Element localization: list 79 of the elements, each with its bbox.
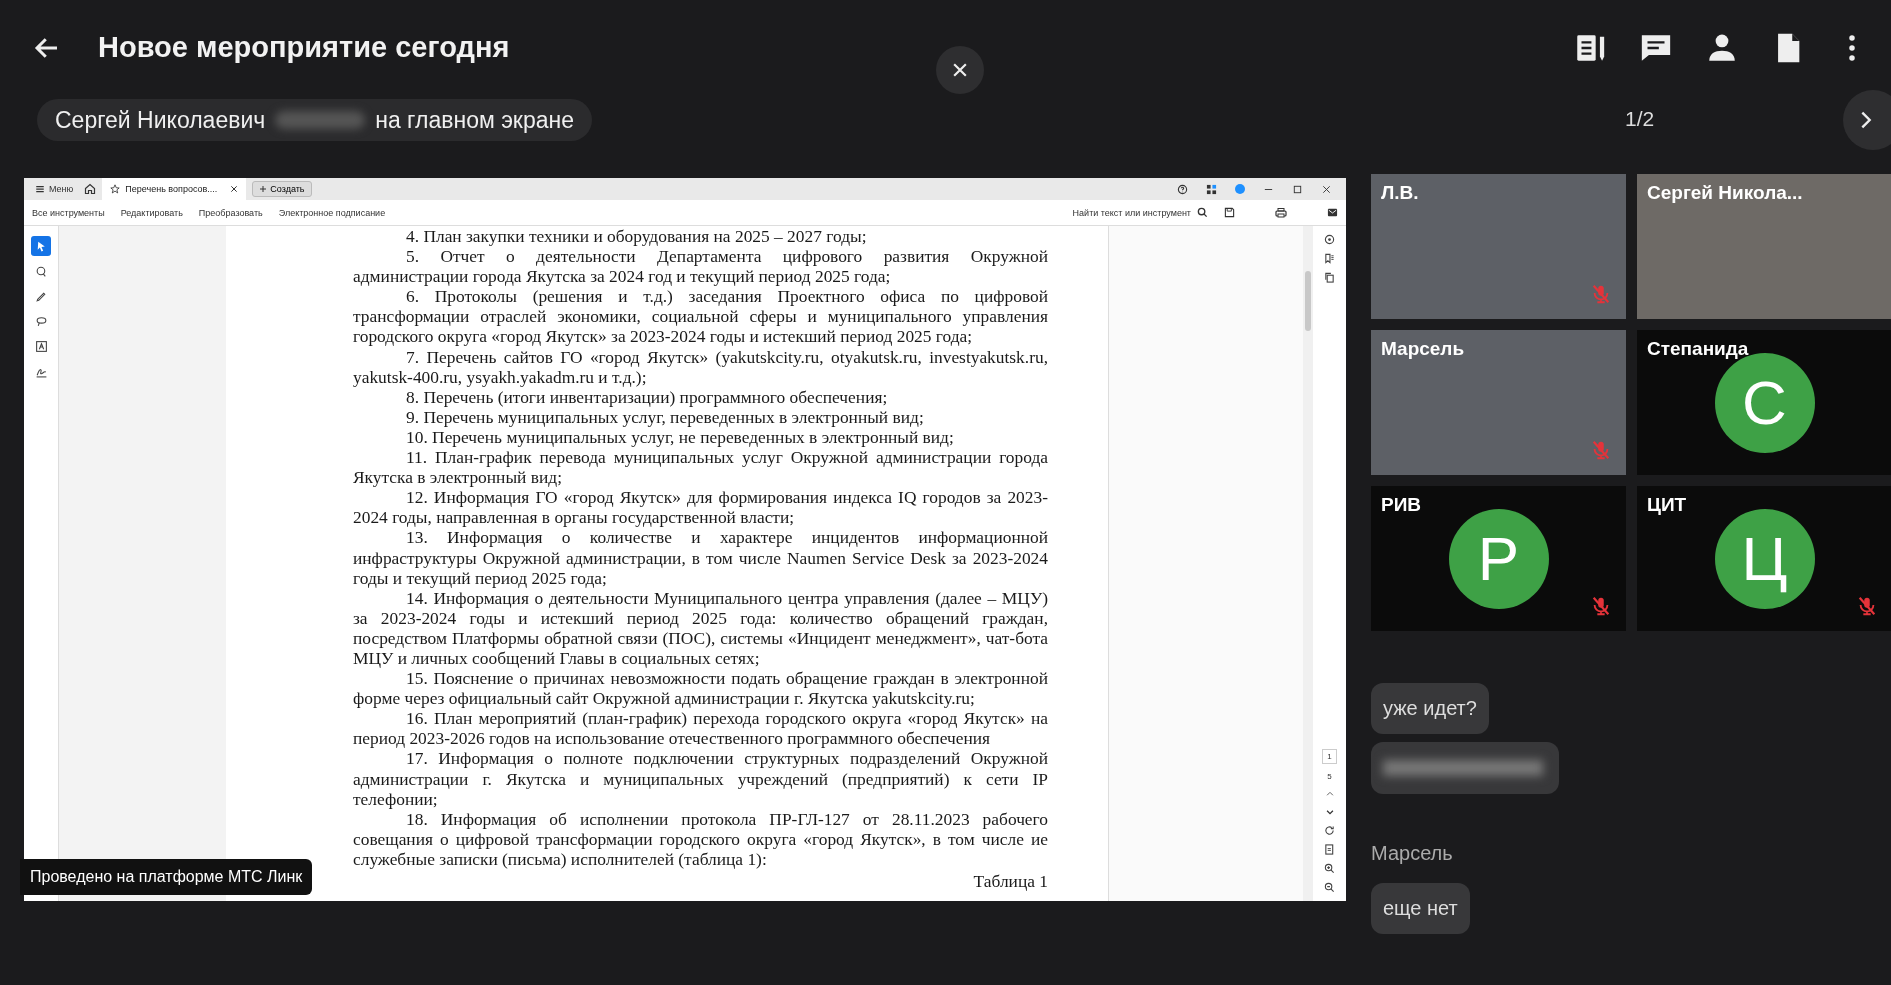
page-down-icon[interactable]	[1324, 807, 1335, 817]
menu-button[interactable]: Меню	[30, 182, 79, 196]
maximize-icon[interactable]	[1292, 183, 1303, 195]
next-page-button[interactable]	[1843, 90, 1891, 150]
text-tool-icon	[34, 339, 48, 353]
home-icon[interactable]	[84, 183, 97, 195]
zoom-out-icon[interactable]	[1324, 882, 1335, 893]
document-paragraph: 6. Протоколы (решения и т.д.) заседания Проектного офиса по цифровой трансформации отраслей экономики, социальной сферы и муниципального управления городского округа «город Якутск» за 2023-2024 годы и истекший период 2025 года;	[353, 286, 1048, 347]
plus-icon	[259, 185, 268, 193]
search-field[interactable]: Найти текст или инструмент	[1064, 206, 1208, 219]
document-paragraph: 17. Информация о полноте подключении структурных подразделений Окружной администрации г. Якутска и муниципальных учреждений (предприятий) к сети IP телефонии;	[353, 748, 1048, 809]
participant-name: Л.В.	[1381, 182, 1419, 204]
page-number-field[interactable]: 1	[1322, 749, 1337, 764]
toolbar-menu-item[interactable]: Преобразовать	[198, 207, 263, 218]
document-paragraph: 15. Пояснение о причинах невозможности подать обращение граждан в электронной форме через официальный сайт Окружной администрации г. Якутска yakutskcity.ru;	[353, 668, 1048, 709]
document-paragraph: 16. План мероприятий (план-график) перехода городского округа «город Якутск» на период 2023-2026 годов на использование отечественного программного обеспечения	[353, 708, 1048, 749]
fit-page-icon[interactable]	[1324, 844, 1335, 855]
print-icon[interactable]	[1275, 206, 1287, 219]
document-paragraph: 12. Информация ГО «город Якутск» для формирования индекса IQ городов за 2023-2024 годы, направленная в органы государственной власти;	[353, 487, 1048, 528]
save-icon[interactable]	[1224, 207, 1235, 218]
document-paragraph: 5. Отчет о деятельности Департамента цифрового развития Окружной администрации города Якутска за 2024 год и текущий период 2025 года;	[353, 246, 1048, 287]
create-button[interactable]: Создать	[252, 181, 312, 197]
search-icon	[1197, 207, 1208, 218]
toolbar-menu-item[interactable]: Все инструменты	[32, 207, 105, 218]
participant-tile[interactable]: ЦИТ Ц	[1637, 486, 1891, 631]
rotate-icon[interactable]	[1324, 825, 1335, 836]
toolbar-menu-item[interactable]: Электронное подписание	[278, 207, 386, 218]
tool-button[interactable]	[31, 236, 51, 256]
scrollbar[interactable]	[1303, 226, 1313, 901]
muted-mic-icon	[1590, 283, 1612, 305]
pages-icon[interactable]	[1324, 272, 1335, 283]
close-icon[interactable]	[1321, 183, 1332, 195]
chat-message: уже идет?	[1371, 683, 1489, 734]
sender-name: Марсель	[1371, 842, 1453, 865]
mail-icon[interactable]	[1327, 207, 1338, 218]
platform-badge: Проведено на платформе МТС Линк	[20, 859, 313, 895]
document-paragraph: 9. Перечень муниципальных услуг, переведенных в электронный вид;	[405, 406, 925, 427]
document-paragraph: 14. Информация о деятельности Муниципального центра управления (далее – МЦУ) за 2023-2024 годы и истекший период 2025 года: количество обращений граждан, посредством Платформы обратной связи (ПОС), системы «Инцидент менеджмент», чат-бота МЦУ и личных сообщений Главы в социальных сетях;	[353, 587, 1048, 669]
document-paragraph: 18. Информация об исполнении протокола ПР-ГЛ-127 от 28.11.2023 рабочего совещания о цифровой трансформации городского округа «город Якутск», в том числе ие служебные записки (письма) исполнителей (таблица 1):	[353, 808, 1048, 869]
bookmark-icon[interactable]	[1324, 253, 1335, 264]
participant-tile[interactable]: Л.В.	[1371, 174, 1626, 319]
avatar: Р	[1448, 508, 1549, 609]
close-button[interactable]	[936, 46, 984, 94]
participant-name: РИВ	[1381, 494, 1422, 516]
participant-name: Марсель	[1381, 338, 1465, 360]
muted-mic-icon	[1856, 595, 1878, 617]
presenter-name: Сергей Николаевич	[55, 106, 266, 134]
document-tab[interactable]: Перечень вопросов....	[102, 178, 247, 200]
avatar: Ц	[1714, 508, 1815, 609]
page-indicator: 1/2	[1625, 107, 1655, 131]
participant-tile[interactable]: Сергей Никола...	[1637, 174, 1891, 319]
pen-tool-icon	[34, 289, 48, 303]
page-total: 5	[1327, 772, 1332, 781]
table-caption: Таблица 1	[972, 871, 1048, 892]
star-icon	[110, 184, 121, 194]
toolbar-menu-item[interactable]: Редактировать	[120, 207, 183, 218]
help-icon[interactable]	[1177, 183, 1188, 195]
zoom-in-icon[interactable]	[1324, 863, 1335, 874]
page-up-icon[interactable]	[1324, 789, 1335, 799]
presenter-status: на главном экране	[375, 106, 574, 134]
participant-name: ЦИТ	[1647, 494, 1687, 516]
document-paragraph: 4. План закупки техники и оборудования на 2025 – 2027 годы;	[405, 226, 868, 247]
apps-icon[interactable]	[1206, 183, 1217, 195]
participant-name: Сергей Никола...	[1647, 182, 1803, 204]
event-title: Новое мероприятие сегодня	[98, 31, 510, 64]
menu-icon	[35, 184, 45, 194]
participant-tile[interactable]: РИВ Р	[1371, 486, 1626, 631]
close-icon[interactable]	[230, 185, 239, 193]
muted-mic-icon	[1590, 439, 1612, 461]
document-paragraph: 8. Перечень (итоги инвентаризации) программного обеспечения;	[406, 386, 889, 407]
document-paragraph: 13. Информация о количестве и характере инцидентов информационной инфраструктуры Окружной администрации, в том числе Naumen Service Desk за 2023-2024 годы и текущий период 2025 года;	[353, 527, 1048, 588]
muted-mic-icon	[1590, 595, 1612, 617]
document-paragraph: 10. Перечень муниципальных услуг, не переведенных в электронный вид;	[405, 426, 955, 448]
document-paragraph: 7. Перечень сайтов ГО «город Якутск» (yakutskcity.ru, otyakutsk.ru, investyakutsk.ru, yakutsk-400.ru, ysyakh.yakadm.ru и т.д.);	[353, 346, 1048, 387]
participant-tile[interactable]: Марсель	[1371, 330, 1626, 475]
chat-message: еще нет	[1371, 883, 1470, 934]
account-icon[interactable]	[1235, 184, 1245, 194]
lasso-tool-icon	[34, 314, 48, 328]
document-paragraph: 11. План-график перевода муниципальных услуг Окружной администрации города Якутска в электронный вид;	[353, 447, 1048, 488]
